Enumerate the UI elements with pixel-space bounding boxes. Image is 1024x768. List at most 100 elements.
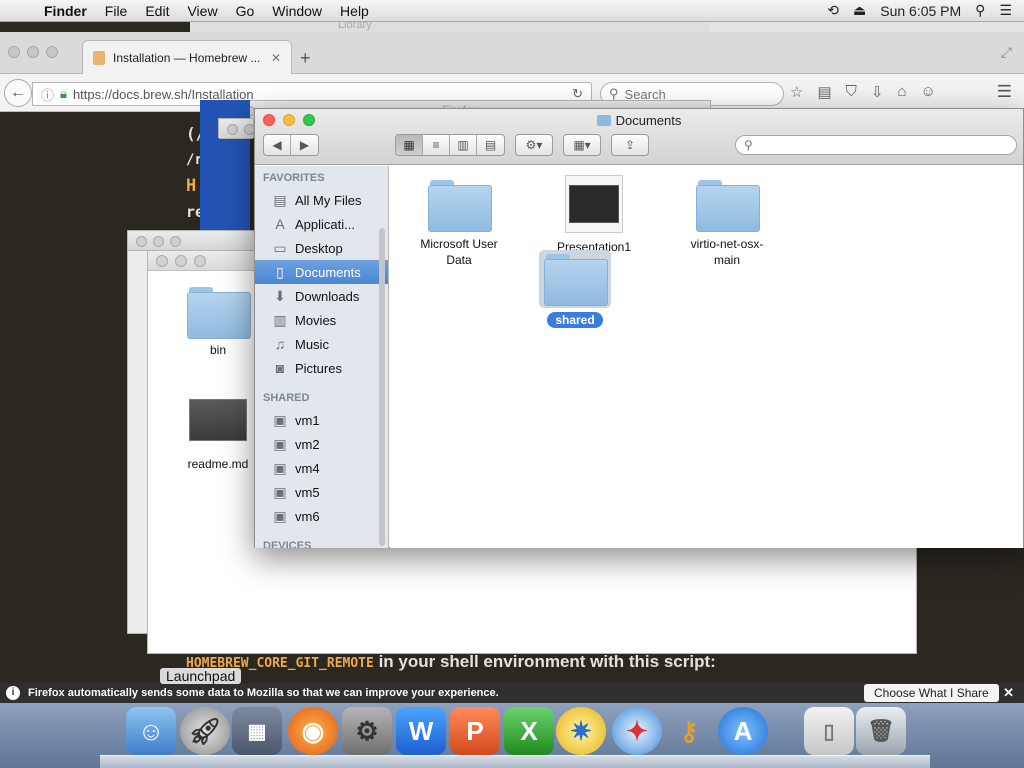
sidebar-item-vm4[interactable]: ▣ vm4 xyxy=(255,456,388,480)
bookmark-star-icon[interactable]: ☆ xyxy=(790,83,803,101)
safari-dock-icon[interactable]: ✦ xyxy=(612,707,662,755)
menu-clock[interactable]: Sun 6:05 PM xyxy=(880,3,961,19)
desktop-icon: ▭ xyxy=(273,239,287,256)
firefox-tab-bar: Installation — Homebrew ... ✕ + ⤢ xyxy=(0,32,1024,74)
sidebar-item-movies[interactable]: ▥ Movies xyxy=(255,308,388,332)
time-machine-icon[interactable]: ⟲ xyxy=(827,2,839,19)
sidebar-item-label: Music xyxy=(295,336,329,352)
menu-window[interactable]: Window xyxy=(263,3,331,19)
sidebar-item-applications[interactable]: A Applicati... xyxy=(255,212,388,236)
system-preferences-dock-icon[interactable]: ⚙ xyxy=(342,707,392,755)
back-arrow-icon[interactable]: ◀ xyxy=(264,135,291,155)
hamburger-menu-icon[interactable]: ☰ xyxy=(997,82,1012,102)
coverflow-view-icon[interactable]: ▤ xyxy=(477,135,504,155)
arrange-menu-button[interactable]: ▦▾ xyxy=(563,134,601,156)
new-tab-button[interactable]: + xyxy=(300,48,311,69)
firefox-tab-installation[interactable]: Installation — Homebrew ... ✕ xyxy=(82,40,292,74)
sidebar-item-pictures[interactable]: ◙ Pictures xyxy=(255,356,388,380)
finder-sidebar: FAVORITES ▤ All My Files A Applicati... ▭ D… xyxy=(255,166,389,548)
network-computer-icon: ▣ xyxy=(273,435,287,452)
sidebar-item-label: vm4 xyxy=(295,460,320,476)
choose-what-i-share-button[interactable]: Choose What I Share xyxy=(864,684,999,702)
file-readme[interactable]: readme.md xyxy=(168,399,268,471)
fullscreen-icon[interactable]: ⤢ xyxy=(1001,44,1012,61)
close-dot[interactable] xyxy=(8,46,20,58)
page-text-bottom: HOMEBREW_CORE_GIT_REMOTE in your shell e… xyxy=(186,652,716,672)
share-button[interactable]: ⇪ xyxy=(611,134,649,156)
sidebar-scrollbar[interactable] xyxy=(379,228,385,546)
sidebar-item-music[interactable]: ♫ Music xyxy=(255,332,388,356)
spotlight-icon[interactable]: ⚲ xyxy=(975,2,985,19)
minimize-dot[interactable] xyxy=(27,46,39,58)
keychain-dock-icon[interactable]: ⚷ xyxy=(664,707,714,755)
entourage-dock-icon[interactable]: ✷ xyxy=(556,707,606,755)
menu-edit[interactable]: Edit xyxy=(136,3,178,19)
action-menu-button[interactable]: ⚙▾ xyxy=(515,134,553,156)
sidebar-item-downloads[interactable]: ⬇ Downloads xyxy=(255,284,388,308)
sidebar-item-all-my-files[interactable]: ▤ All My Files xyxy=(255,188,388,212)
menu-file[interactable]: File xyxy=(96,3,137,19)
eject-icon[interactable]: ⏏ xyxy=(853,2,866,19)
file-presentation1[interactable]: Presentation1 xyxy=(539,175,649,255)
sidebar-item-desktop[interactable]: ▭ Desktop xyxy=(255,236,388,260)
arrange-icon: ▦▾ xyxy=(573,138,591,152)
firefox-dock-icon[interactable]: ◉ xyxy=(288,707,338,755)
zoom-dot[interactable] xyxy=(194,255,206,267)
tab-close-icon[interactable]: ✕ xyxy=(271,51,281,65)
selection-highlight xyxy=(539,250,611,308)
finder-search-input[interactable]: ⚲ xyxy=(735,135,1017,155)
sidebar-item-label: vm1 xyxy=(295,412,320,428)
menu-bar: Finder File Edit View Go Window Help ⟲ ⏏… xyxy=(0,0,1024,22)
movies-icon: ▥ xyxy=(273,311,287,328)
menu-view[interactable]: View xyxy=(178,3,226,19)
minimize-dot[interactable] xyxy=(175,255,187,267)
home-icon[interactable]: ⌂ xyxy=(897,83,906,101)
preview-dock-icon[interactable]: ▦ xyxy=(232,707,282,755)
close-notification-icon[interactable]: ✕ xyxy=(1003,685,1014,701)
trash-dock-icon[interactable]: 🗑︎ xyxy=(856,707,906,755)
sidebar-item-vm1[interactable]: ▣ vm1 xyxy=(255,408,388,432)
sidebar-item-vm5[interactable]: ▣ vm5 xyxy=(255,480,388,504)
powerpoint-dock-icon[interactable]: P xyxy=(450,707,500,755)
folder-virtio-net-osx-main[interactable]: virtio-net-osx- main xyxy=(672,180,782,268)
excel-dock-icon[interactable]: X xyxy=(504,707,554,755)
menu-finder[interactable]: Finder xyxy=(40,3,96,19)
lock-icon: 🔒︎ xyxy=(60,86,67,101)
list-view-icon[interactable]: ≡ xyxy=(423,135,450,155)
launchpad-dock-icon[interactable]: 🚀︎ xyxy=(180,707,230,755)
menu-help[interactable]: Help xyxy=(331,3,378,19)
folder-microsoft-user-data[interactable]: Microsoft User Data xyxy=(404,180,514,268)
sidebar-item-vm6[interactable]: ▣ vm6 xyxy=(255,504,388,528)
notification-center-icon[interactable]: ☰ xyxy=(999,2,1012,19)
network-computer-icon: ▣ xyxy=(273,507,287,524)
notification-text: Firefox automatically sends some data to… xyxy=(28,687,499,699)
pocket-icon[interactable]: ⛉ xyxy=(846,83,857,101)
sidebar-item-label: Applicati... xyxy=(295,216,355,232)
download-icon[interactable]: ⇩ xyxy=(871,83,884,101)
info-icon[interactable]: ⓘ xyxy=(41,85,54,104)
column-view-icon[interactable]: ▥ xyxy=(450,135,477,155)
folder-shared[interactable]: shared xyxy=(520,250,630,328)
sidebar-item-label: Downloads xyxy=(295,288,360,304)
close-dot[interactable] xyxy=(156,255,168,267)
camera-icon: ◙ xyxy=(275,360,285,376)
reading-list-icon[interactable]: ▤ xyxy=(817,83,831,101)
app-store-dock-icon[interactable]: A xyxy=(718,707,768,755)
sidebar-item-label: vm6 xyxy=(295,508,320,524)
sidebar-item-documents[interactable]: ▯ Documents xyxy=(255,260,388,284)
sidebar-item-vm2[interactable]: ▣ vm2 xyxy=(255,432,388,456)
music-icon: ♫ xyxy=(274,336,286,352)
downloads-stack-dock-icon[interactable]: ▯ xyxy=(804,707,854,755)
finder-dock-icon[interactable]: ☺ xyxy=(126,707,176,755)
folder-bin[interactable]: bin xyxy=(168,287,268,357)
smiley-icon[interactable]: ☺ xyxy=(921,83,936,101)
zoom-dot[interactable] xyxy=(46,46,58,58)
file-label: virtio-net-osx- xyxy=(690,237,764,251)
word-dock-icon[interactable]: W xyxy=(396,707,446,755)
icon-view-icon[interactable]: ▦ xyxy=(396,135,423,155)
forward-arrow-icon[interactable]: ▶ xyxy=(291,135,318,155)
homebrew-favicon-icon xyxy=(93,50,105,65)
menu-go[interactable]: Go xyxy=(227,3,264,19)
background-finder-window xyxy=(218,118,255,139)
back-button[interactable]: ← xyxy=(4,79,32,107)
